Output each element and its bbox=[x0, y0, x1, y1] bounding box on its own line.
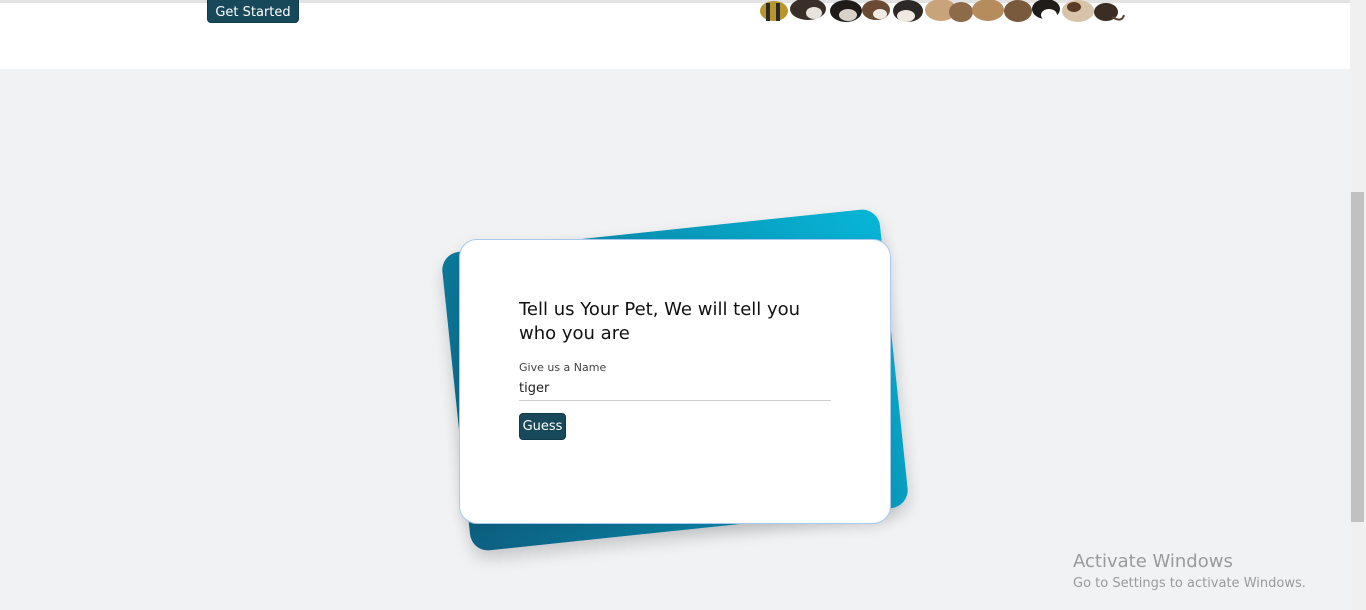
activate-windows-title: Activate Windows bbox=[1073, 551, 1233, 572]
scrollbar-thumb[interactable] bbox=[1351, 192, 1364, 522]
hero-section: Get Started bbox=[0, 0, 1350, 69]
page: Get Started Tell us Your Pet, We will te… bbox=[0, 0, 1366, 610]
pet-guess-card: Tell us Your Pet, We will tell you who y… bbox=[459, 239, 891, 524]
get-started-button[interactable]: Get Started bbox=[207, 0, 299, 23]
guess-button[interactable]: Guess bbox=[519, 413, 566, 440]
name-field-label: Give us a Name bbox=[519, 361, 607, 374]
pets-row-image bbox=[760, 0, 1125, 22]
name-input[interactable] bbox=[519, 377, 831, 401]
activate-windows-subtitle: Go to Settings to activate Windows. bbox=[1073, 576, 1306, 591]
card-title: Tell us Your Pet, We will tell you who y… bbox=[519, 299, 801, 344]
